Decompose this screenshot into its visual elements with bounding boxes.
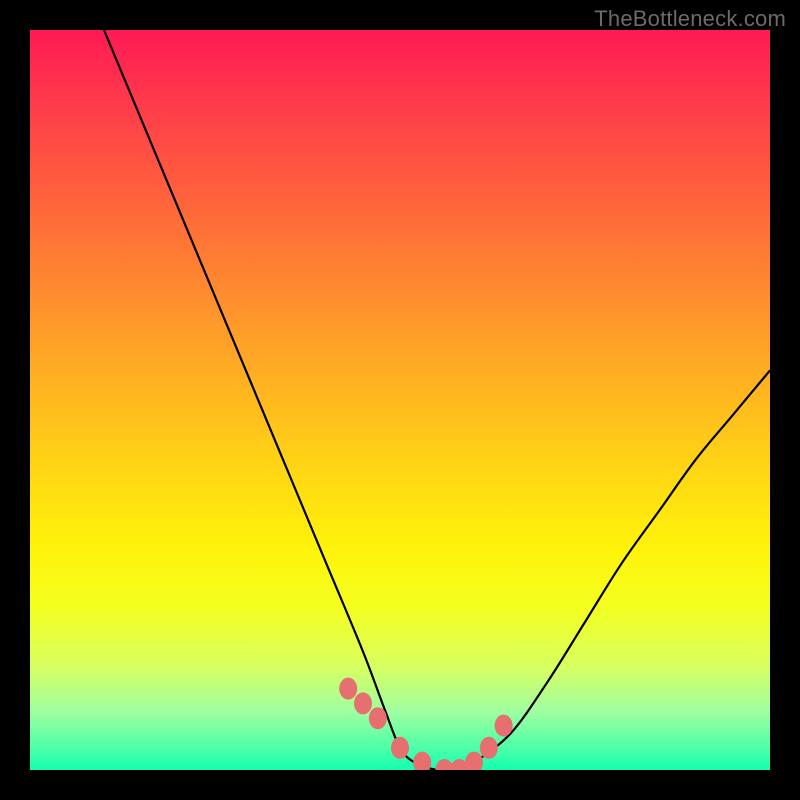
curve-svg <box>30 30 770 770</box>
marker-dot <box>413 752 431 770</box>
marker-dot <box>369 707 387 729</box>
watermark-text: TheBottleneck.com <box>594 6 786 32</box>
bottleneck-curve <box>104 30 770 770</box>
chart-frame: TheBottleneck.com <box>0 0 800 800</box>
marker-dot <box>391 737 409 759</box>
plot-area <box>30 30 770 770</box>
marker-dot <box>495 715 513 737</box>
marker-dot <box>480 737 498 759</box>
marker-dot <box>354 692 372 714</box>
marker-group <box>339 678 512 770</box>
marker-dot <box>465 752 483 770</box>
marker-dot <box>339 678 357 700</box>
